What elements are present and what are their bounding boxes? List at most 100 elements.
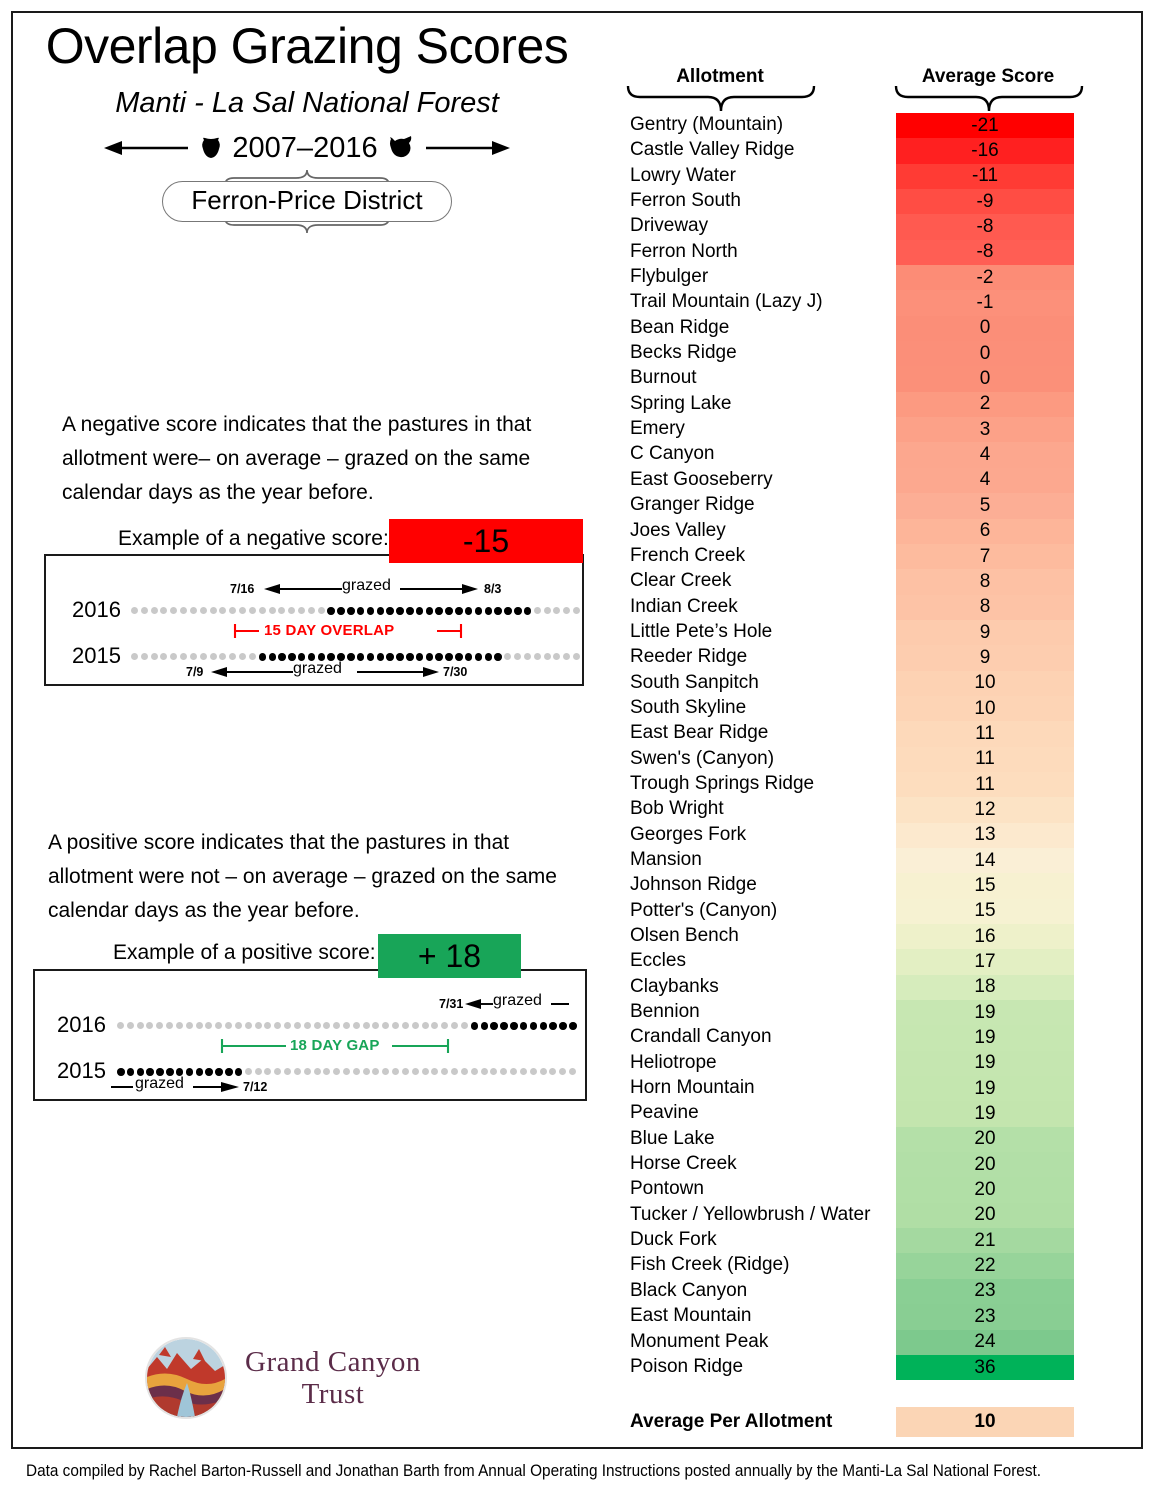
- average-score-cell: 23: [896, 1278, 1074, 1305]
- ungrazed-day-dot: [209, 607, 217, 614]
- table-row: Lowry Water -11: [612, 163, 1092, 190]
- allotment-name: Georges Fork: [630, 823, 747, 845]
- positive-year-top: 2016: [57, 1012, 106, 1037]
- positive-end-date-bottom: 7/12: [243, 1080, 268, 1094]
- table-row: Swen's (Canyon) 11: [612, 746, 1092, 772]
- ungrazed-day-dot: [170, 653, 178, 660]
- average-score-cell: 19: [896, 1050, 1074, 1077]
- cow-silhouette-icon: [202, 137, 221, 158]
- allotment-name: Reeder Ridge: [630, 646, 748, 668]
- table-row: Ferron North -8: [612, 239, 1092, 266]
- ungrazed-day-dot: [254, 1022, 262, 1029]
- ungrazed-day-dot: [569, 1068, 576, 1075]
- ungrazed-day-dot: [382, 1022, 390, 1029]
- district-callout: Ferron-Price District: [22, 169, 592, 234]
- allotment-name: Fish Creek (Ridge): [630, 1254, 790, 1276]
- ungrazed-day-dot: [460, 1068, 468, 1075]
- table-row: South Sanpitch 10: [612, 670, 1092, 696]
- allotment-name: Gentry (Mountain): [630, 114, 784, 135]
- ungrazed-day-dot: [229, 653, 237, 660]
- table-row: French Creek 7: [612, 543, 1092, 570]
- average-score-cell: 11: [896, 746, 1074, 772]
- ungrazed-day-dot: [268, 607, 276, 614]
- allotment-name: Mansion: [630, 848, 702, 870]
- average-score-cell: 22: [896, 1253, 1074, 1279]
- page-title: Overlap Grazing Scores: [45, 18, 569, 74]
- ungrazed-day-dot: [573, 653, 580, 660]
- ungrazed-day-dot: [150, 607, 158, 614]
- grazed-day-dot: [117, 1068, 125, 1076]
- average-score-cell: -21: [896, 113, 1074, 139]
- ungrazed-day-dot: [411, 1068, 419, 1075]
- ungrazed-day-dot: [160, 653, 168, 660]
- ungrazed-day-dot: [146, 1022, 154, 1029]
- ungrazed-day-dot: [297, 607, 305, 614]
- table-row: Bennion 19: [612, 1000, 1092, 1026]
- allotment-name: East Mountain: [630, 1305, 752, 1327]
- ungrazed-day-dot: [343, 1068, 350, 1075]
- grazed-day-dot: [514, 607, 522, 615]
- allotment-name: Ferron South: [630, 190, 741, 212]
- average-score-cell: 8: [896, 569, 1074, 595]
- grazed-day-dot: [376, 607, 385, 615]
- ungrazed-day-dot: [180, 653, 188, 660]
- brace-down-icon: [626, 86, 816, 112]
- average-score-cell: 9: [896, 645, 1074, 671]
- average-score-cell: 20: [896, 1177, 1074, 1203]
- average-score-cell: 19: [896, 1000, 1074, 1026]
- allotment-name: Burnout: [630, 367, 697, 389]
- positive-timeline-2016: [117, 1022, 577, 1034]
- ungrazed-day-dot: [264, 1068, 272, 1075]
- table-row: Blue Lake 20: [612, 1126, 1092, 1153]
- allotment-name: Claybanks: [630, 975, 719, 997]
- average-score-cell: 10: [896, 695, 1074, 722]
- grazed-day-dot: [234, 1068, 243, 1076]
- table-row: South Skyline 10: [612, 695, 1092, 722]
- negative-example-label: Example of a negative score:: [118, 527, 389, 550]
- grazed-day-dot: [347, 607, 355, 615]
- negative-end-date-top: 8/3: [484, 582, 502, 596]
- table-row: Monument Peak 24: [612, 1329, 1092, 1355]
- negative-year-bottom: 2015: [72, 643, 121, 668]
- grazed-day-dot: [523, 607, 532, 615]
- ungrazed-day-dot: [573, 607, 580, 614]
- grazed-day-dot: [455, 607, 463, 615]
- ungrazed-day-dot: [372, 1022, 380, 1029]
- allotment-name: Joes Valley: [630, 519, 726, 541]
- ungrazed-day-dot: [150, 653, 158, 660]
- table-row: Johnson Ridge 15: [612, 873, 1092, 899]
- ungrazed-day-dot: [490, 1068, 498, 1075]
- grazed-day-dot: [376, 653, 385, 661]
- average-score-cell: 21: [896, 1228, 1074, 1254]
- allotment-name: French Creek: [630, 544, 746, 566]
- year-range-label: 2007–2016: [232, 131, 378, 164]
- arrow-left-icon: [104, 141, 189, 155]
- grazed-day-dot: [464, 653, 473, 661]
- ungrazed-day-dot: [234, 1022, 242, 1029]
- ungrazed-day-dot: [514, 653, 522, 660]
- table-row: Driveway -8: [612, 214, 1092, 240]
- average-score-cell: 11: [896, 771, 1074, 798]
- ungrazed-day-dot: [441, 1068, 449, 1075]
- table-row: Claybanks 18: [612, 974, 1092, 1001]
- ungrazed-day-dot: [136, 1022, 144, 1029]
- ungrazed-day-dot: [244, 1068, 252, 1075]
- table-row: Heliotrope 19: [612, 1050, 1092, 1077]
- grazed-day-dot: [278, 653, 286, 661]
- grazed-day-dot: [484, 653, 493, 661]
- allotment-name: Clear Creek: [630, 570, 732, 592]
- table-row: Pontown 20: [612, 1177, 1092, 1203]
- grazed-day-dot: [406, 653, 414, 661]
- ungrazed-day-dot: [362, 1068, 370, 1075]
- year-range-row: 2007–2016: [22, 132, 592, 165]
- allotment-name: Spring Lake: [630, 392, 732, 414]
- ungrazed-day-dot: [288, 607, 296, 614]
- allotment-name: Bean Ridge: [630, 316, 730, 338]
- ungrazed-day-dot: [431, 1068, 439, 1075]
- grazed-day-dot: [559, 1022, 567, 1030]
- table-row: East Gooseberry 4: [612, 467, 1092, 494]
- average-score-cell: -8: [896, 239, 1074, 266]
- ungrazed-day-dot: [303, 1022, 311, 1029]
- allotment-name: Crandall Canyon: [630, 1026, 772, 1048]
- grazed-day-dot: [195, 1068, 204, 1076]
